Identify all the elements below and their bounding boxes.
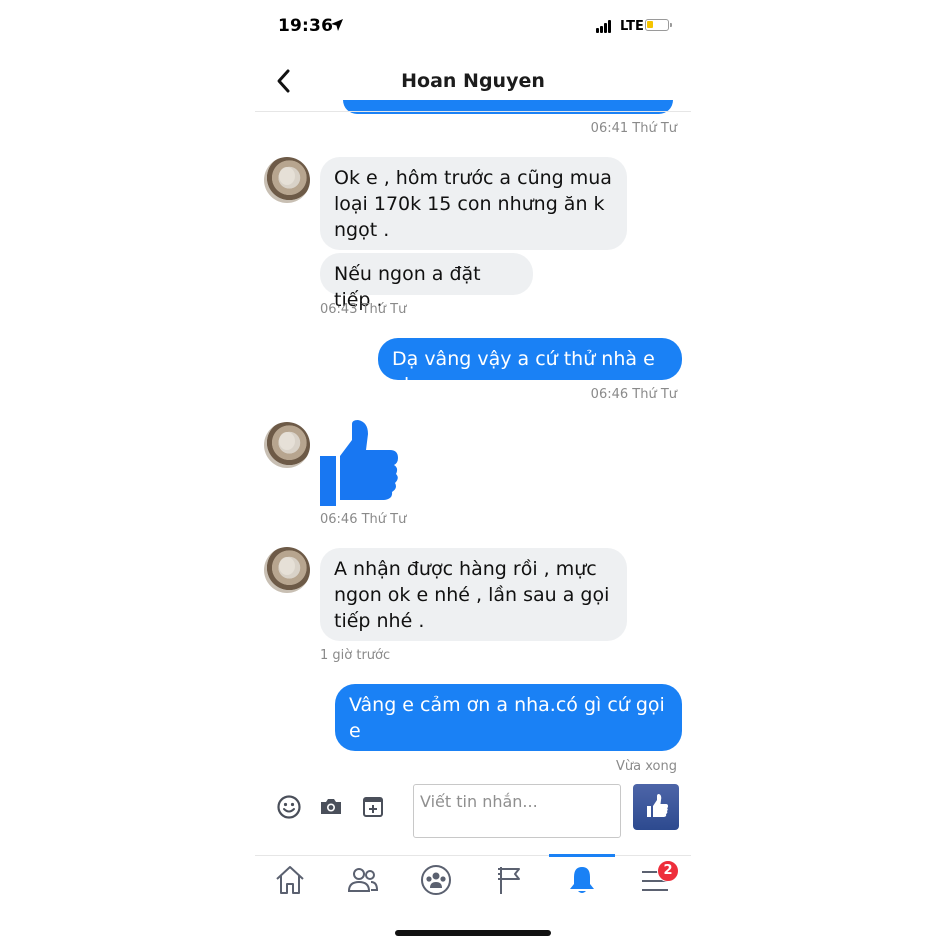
location-arrow-icon	[331, 19, 343, 31]
message-timestamp: 06:41 Thứ Tư	[590, 121, 677, 136]
bottom-nav-divider	[255, 855, 691, 856]
message-timestamp: 06:43 Thứ Tư	[320, 302, 407, 317]
emoji-icon[interactable]	[276, 794, 302, 820]
incoming-message-bubble[interactable]: Nếu ngon a đặt tiếp .	[320, 253, 533, 311]
message-line: Ok e , hôm trước a cũng mua	[334, 167, 612, 189]
message-input[interactable]: Viết tin nhắn...	[413, 784, 621, 838]
message-timestamp: Vừa xong	[616, 759, 677, 774]
contact-avatar[interactable]	[264, 157, 310, 203]
message-line: Vâng e cảm ơn a nha.có gì cứ gọi e	[349, 694, 665, 742]
conversation-title: Hoan Nguyen	[401, 70, 545, 92]
battery-icon	[645, 19, 672, 31]
message-line: tiếp nhé .	[334, 610, 425, 632]
message-timestamp: 1 giờ trước	[320, 648, 391, 663]
message-timestamp: 06:46 Thứ Tư	[320, 512, 407, 527]
message-line: ngọt .	[334, 219, 390, 241]
attach-media-icon[interactable]	[360, 794, 386, 820]
message-line: A nhận được hàng rồi , mực	[334, 558, 597, 580]
notifications-bell-icon[interactable]	[565, 863, 599, 897]
network-type: LTE	[620, 19, 644, 34]
message-line: loại 170k 15 con nhưng ăn k	[334, 193, 605, 215]
thumbs-up-icon	[647, 794, 668, 817]
outgoing-message-bubble[interactable]: Dạ vâng vậy a cứ thử nhà e nha	[378, 338, 682, 396]
pages-flag-icon[interactable]	[493, 863, 527, 897]
notification-badge: 2	[657, 860, 679, 882]
incoming-message-bubble[interactable]: Ok e , hôm trước a cũng mua loại 170k 15…	[320, 157, 627, 250]
outgoing-message-bubble[interactable]: Vâng e cảm ơn a nha.có gì cứ gọi e ạ	[335, 684, 682, 768]
status-time: 19:36	[278, 16, 334, 36]
thumbs-up-sticker-icon[interactable]	[318, 420, 402, 508]
home-icon[interactable]	[273, 863, 307, 897]
header-divider	[255, 111, 691, 112]
contact-avatar[interactable]	[264, 422, 310, 468]
contact-avatar[interactable]	[264, 547, 310, 593]
home-indicator[interactable]	[395, 930, 551, 936]
send-like-button[interactable]	[633, 784, 679, 830]
message-timestamp: 06:46 Thứ Tư	[590, 387, 677, 402]
camera-icon[interactable]	[318, 794, 344, 820]
active-tab-indicator	[549, 854, 615, 857]
message-line: ngon ok e nhé , lần sau a gọi	[334, 584, 610, 606]
groups-icon[interactable]	[419, 863, 453, 897]
friends-icon[interactable]	[346, 863, 380, 897]
incoming-message-bubble[interactable]: A nhận được hàng rồi , mực ngon ok e nhé…	[320, 548, 627, 641]
